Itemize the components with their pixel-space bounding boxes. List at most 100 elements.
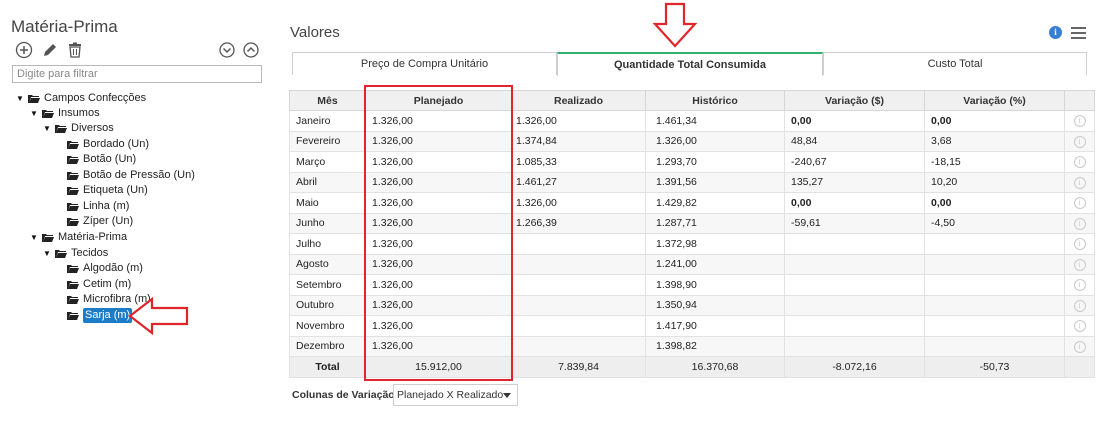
table-row[interactable]: Fevereiro 1.326,00 1.374,84 1.326,00 48,84 3,…	[289, 130, 1095, 152]
tree-node-algodao[interactable]: Algodão (m)	[67, 261, 143, 276]
cell-variacao-pct: -18,15	[924, 151, 1065, 173]
cell-variacao-abs: -59,61	[784, 212, 925, 234]
tab-custo-total[interactable]: Custo Total	[823, 52, 1087, 75]
cell-historico: 1.326,00	[645, 130, 785, 152]
caret-down-icon[interactable]: ▼	[16, 91, 24, 106]
caret-down-icon[interactable]: ▼	[43, 246, 51, 261]
info-circle-icon[interactable]: i	[1073, 135, 1086, 148]
table-row[interactable]: Julho 1.326,00 1.372,98 i	[289, 233, 1095, 255]
cell-planejado: 1.326,00	[365, 110, 512, 132]
table-row[interactable]: Agosto 1.326,00 1.241,00 i	[289, 253, 1095, 275]
info-circle-icon[interactable]: i	[1073, 299, 1086, 312]
info-circle-icon[interactable]: i	[1073, 197, 1086, 210]
cell-variacao-pct	[924, 253, 1065, 275]
cell-actions: i	[1064, 171, 1095, 193]
tree-node-tecidos[interactable]: ▼ Tecidos	[43, 246, 108, 261]
tree-node-botao[interactable]: Botão (Un)	[67, 152, 136, 167]
cell-variacao-abs: 0,00	[784, 110, 925, 132]
folder-open-icon	[67, 281, 79, 289]
folder-open-icon	[67, 296, 79, 304]
table-row[interactable]: Setembro 1.326,00 1.398,90 i	[289, 274, 1095, 296]
tree-label: Botão (Un)	[83, 153, 137, 165]
table-row[interactable]: Dezembro 1.326,00 1.398,82 i	[289, 335, 1095, 357]
tree-label: Insumos	[58, 107, 100, 119]
info-circle-icon[interactable]: i	[1073, 156, 1086, 169]
pencil-icon[interactable]	[41, 41, 59, 59]
tab-preco-compra-unitario[interactable]: Preço de Compra Unitário	[292, 52, 557, 75]
caret-down-icon[interactable]: ▼	[30, 230, 38, 245]
col-header-mes[interactable]: Mês	[289, 90, 366, 111]
info-circle-icon[interactable]: i	[1073, 238, 1086, 251]
table-row[interactable]: Janeiro 1.326,00 1.326,00 1.461,34 0,00 0,00 i	[289, 110, 1095, 132]
cell-variacao-pct: 10,20	[924, 171, 1065, 193]
info-circle-icon[interactable]: i	[1073, 258, 1086, 271]
cell-planejado: 1.326,00	[365, 151, 512, 173]
info-circle-icon[interactable]: i	[1073, 320, 1086, 333]
table-row[interactable]: Maio 1.326,00 1.326,00 1.429,82 0,00 0,00 i	[289, 192, 1095, 214]
main-panel: Valores i Preço de Compra Unitário Quant…	[280, 0, 1100, 425]
trash-icon[interactable]	[66, 41, 84, 59]
tree-node-insumos[interactable]: ▼ Insumos	[30, 106, 100, 121]
total-realizado: 7.839,84	[511, 356, 646, 378]
tree-label-selected: Sarja (m)	[83, 308, 133, 323]
tree-node-etiqueta[interactable]: Etiqueta (Un)	[67, 183, 148, 198]
tree-node-cetim[interactable]: Cetim (m)	[67, 277, 131, 292]
add-circle-icon[interactable]	[15, 41, 33, 59]
hamburger-menu-icon[interactable]	[1071, 27, 1086, 39]
cell-variacao-pct	[924, 294, 1065, 316]
cell-planejado: 1.326,00	[365, 335, 512, 357]
cell-realizado	[511, 253, 646, 275]
tab-bar: Preço de Compra Unitário Quantidade Tota…	[292, 52, 1087, 76]
tree-node-linha[interactable]: Linha (m)	[67, 199, 129, 214]
left-panel: Matéria-Prima ▼ Campos Confecções ▼ Insu…	[0, 0, 275, 425]
cell-realizado: 1.326,00	[511, 192, 646, 214]
info-circle-icon[interactable]: i	[1073, 176, 1086, 189]
variation-label: Colunas de Variação:	[292, 389, 399, 401]
variation-select[interactable]: Planejado X Realizado	[393, 384, 518, 406]
folder-open-icon	[67, 203, 79, 211]
cell-historico: 1.350,94	[645, 294, 785, 316]
col-header-variacao-pct[interactable]: Variação (%)	[924, 90, 1065, 111]
info-circle-icon[interactable]: i	[1073, 115, 1086, 128]
folder-open-icon	[55, 125, 67, 133]
table-row[interactable]: Novembro 1.326,00 1.417,90 i	[289, 315, 1095, 337]
cell-mes: Junho	[289, 212, 366, 234]
col-header-planejado[interactable]: Planejado	[365, 90, 512, 111]
col-header-realizado[interactable]: Realizado	[511, 90, 646, 111]
total-label: Total	[289, 356, 366, 378]
cell-historico: 1.287,71	[645, 212, 785, 234]
table-row[interactable]: Outubro 1.326,00 1.350,94 i	[289, 294, 1095, 316]
chevron-up-circle-icon[interactable]	[242, 41, 260, 59]
info-circle-icon[interactable]: i	[1073, 279, 1086, 292]
tree-node-bordado[interactable]: Bordado (Un)	[67, 137, 149, 152]
caret-down-icon[interactable]: ▼	[30, 106, 38, 121]
cell-planejado: 1.326,00	[365, 212, 512, 234]
filter-input[interactable]	[12, 65, 262, 83]
info-circle-icon[interactable]: i	[1073, 340, 1086, 353]
table-row[interactable]: Março 1.326,00 1.085,33 1.293,70 -240,67 -18,…	[289, 151, 1095, 173]
tree-node-sarja[interactable]: Sarja (m)	[67, 308, 133, 323]
cell-variacao-abs	[784, 253, 925, 275]
tree-node-botao-pressao[interactable]: Botão de Pressão (Un)	[67, 168, 195, 183]
info-icon[interactable]: i	[1049, 26, 1062, 39]
tab-quantidade-total-consumida[interactable]: Quantidade Total Consumida	[557, 52, 823, 76]
info-circle-icon[interactable]: i	[1073, 217, 1086, 230]
folder-open-icon	[42, 234, 54, 242]
caret-down-icon[interactable]: ▼	[43, 121, 51, 136]
tree-node-ziper[interactable]: Zíper (Un)	[67, 214, 133, 229]
chevron-down-circle-icon[interactable]	[218, 41, 236, 59]
tree-node-campos-confeccoes[interactable]: ▼ Campos Confecções	[16, 91, 146, 106]
col-header-historico[interactable]: Histórico	[645, 90, 785, 111]
tree-node-materia-prima[interactable]: ▼ Matéria-Prima	[30, 230, 127, 245]
table-row[interactable]: Abril 1.326,00 1.461,27 1.391,56 135,27 10,20…	[289, 171, 1095, 193]
values-table: Mês Planejado Realizado Histórico Variaç…	[289, 90, 1095, 378]
cell-actions: i	[1064, 110, 1095, 132]
cell-variacao-pct	[924, 274, 1065, 296]
total-actions	[1064, 356, 1095, 378]
table-row[interactable]: Junho 1.326,00 1.266,39 1.287,71 -59,61 -4,50…	[289, 212, 1095, 234]
cell-variacao-abs: -240,67	[784, 151, 925, 173]
tree-node-diversos[interactable]: ▼ Diversos	[43, 121, 114, 136]
col-header-variacao-abs[interactable]: Variação ($)	[784, 90, 925, 111]
cell-variacao-abs: 135,27	[784, 171, 925, 193]
folder-open-icon	[67, 156, 79, 164]
